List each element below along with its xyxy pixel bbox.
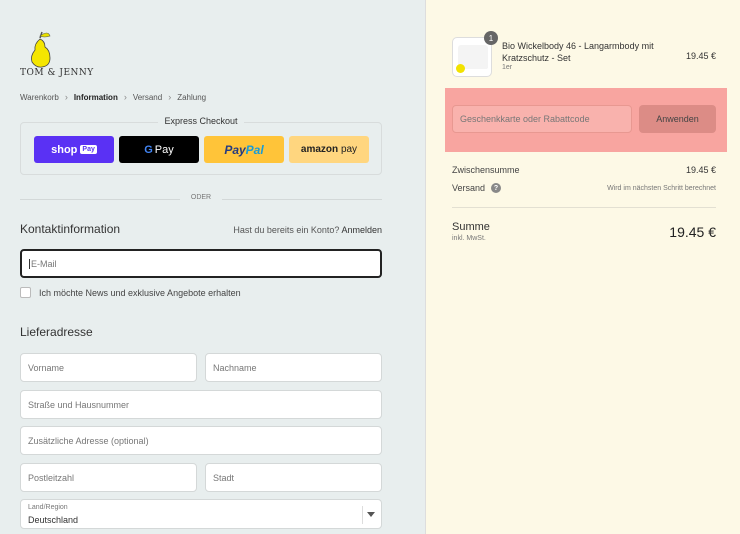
chevron-down-icon: [367, 512, 375, 517]
shipping-label: Versand: [452, 183, 486, 193]
country-label: Land/Region: [28, 504, 68, 511]
total-tax-note: inkl. MwSt.: [452, 235, 486, 242]
product-name: Bio Wickelbody 46 - Langarmbody mit Krat…: [502, 41, 654, 63]
newsletter-option[interactable]: Ich möchte News und exklusive Angebote e…: [20, 287, 241, 298]
chevron-right-icon: ›: [123, 92, 127, 102]
last-name-field[interactable]: Nachname: [205, 353, 382, 382]
street-placeholder: Straße und Hausnummer: [28, 399, 130, 410]
product-variant: 1er: [502, 64, 513, 71]
paypal-pal-text: Pal: [245, 142, 264, 157]
quantity-badge: 1: [484, 31, 498, 45]
amazon-pay-button[interactable]: amazon pay: [289, 136, 369, 163]
summary-divider: [452, 207, 716, 208]
total-value: 19.45 €: [669, 224, 716, 240]
address2-field[interactable]: Zusätzliche Adresse (optional): [20, 426, 382, 455]
first-name-placeholder: Vorname: [28, 362, 65, 373]
amazon-label: amazon: [300, 144, 339, 155]
newsletter-label: Ich möchte News und exklusive Angebote e…: [39, 287, 241, 298]
shop-pay-label: shop: [51, 143, 78, 156]
express-checkout: Express Checkout shop Pay G Pay Pay Pal a…: [20, 116, 382, 175]
help-icon[interactable]: ?: [491, 183, 502, 193]
shipping-value: Wird im nächsten Schritt berechnet: [607, 184, 716, 192]
login-link[interactable]: Anmelden: [341, 225, 382, 235]
zip-placeholder: Postleitzahl: [28, 472, 75, 483]
google-g-icon: G: [144, 143, 153, 156]
brand-sticker-icon: [456, 64, 465, 73]
order-summary-panel: [425, 0, 740, 534]
or-divider: ODER: [20, 194, 382, 201]
breadcrumb-shipping: Versand: [132, 92, 163, 102]
subtotal-label: Zwischensumme: [452, 165, 520, 175]
city-placeholder: Stadt: [213, 472, 235, 483]
breadcrumb: Warenkorb › Information › Versand › Zahl…: [20, 92, 206, 102]
country-select[interactable]: Land/Region Deutschland: [20, 499, 382, 529]
breadcrumb-payment: Zahlung: [177, 92, 207, 102]
paypal-pay-text: Pay: [224, 142, 246, 157]
zip-field[interactable]: Postleitzahl: [20, 463, 197, 492]
text-caret: [29, 258, 30, 269]
email-field[interactable]: E-Mail: [20, 249, 382, 278]
express-checkout-title: Express Checkout: [158, 116, 244, 126]
google-pay-button[interactable]: G Pay: [119, 136, 199, 163]
apply-discount-button[interactable]: Anwenden: [639, 105, 716, 133]
chevron-right-icon: ›: [168, 92, 172, 102]
chevron-right-icon: ›: [64, 92, 68, 102]
paypal-button[interactable]: Pay Pal: [204, 136, 284, 163]
brand-name: TOM & JENNY: [20, 68, 94, 78]
total-label: Summe: [452, 221, 490, 233]
google-pay-label: Pay: [154, 143, 174, 156]
newsletter-checkbox[interactable]: [20, 287, 31, 298]
address2-placeholder: Zusätzliche Adresse (optional): [28, 435, 149, 446]
product-price: 19.45 €: [685, 51, 716, 61]
subtotal-row: Zwischensumme 19.45 €: [452, 165, 716, 175]
first-name-field[interactable]: Vorname: [20, 353, 197, 382]
amazon-pay-label: pay: [340, 144, 358, 155]
email-placeholder: E-Mail: [31, 258, 57, 269]
city-field[interactable]: Stadt: [205, 463, 382, 492]
contact-section-title: Kontaktinformation: [20, 222, 121, 236]
shipping-row: Versand ? Wird im nächsten Schritt berec…: [452, 183, 716, 193]
shop-pay-button[interactable]: shop Pay: [34, 136, 114, 163]
subtotal-value: 19.45 €: [685, 165, 716, 175]
street-field[interactable]: Straße und Hausnummer: [20, 390, 382, 419]
login-hint: Hast du bereits ein Konto? Anmelden: [233, 225, 382, 235]
country-value: Deutschland: [28, 515, 79, 525]
checkout-form-panel: TOM & JENNY Warenkorb › Information › Ve…: [0, 0, 425, 534]
breadcrumb-information: Information: [73, 92, 118, 102]
login-prompt: Hast du bereits ein Konto?: [233, 225, 340, 235]
discount-placeholder: Geschenkkarte oder Rabattcode: [460, 114, 590, 124]
select-divider: [362, 506, 363, 524]
discount-code-input[interactable]: Geschenkkarte oder Rabattcode: [452, 105, 632, 133]
breadcrumb-cart[interactable]: Warenkorb: [20, 93, 59, 102]
last-name-placeholder: Nachname: [213, 362, 257, 373]
shop-pay-tag: Pay: [80, 145, 97, 154]
shipping-section-title: Lieferadresse: [20, 325, 93, 339]
